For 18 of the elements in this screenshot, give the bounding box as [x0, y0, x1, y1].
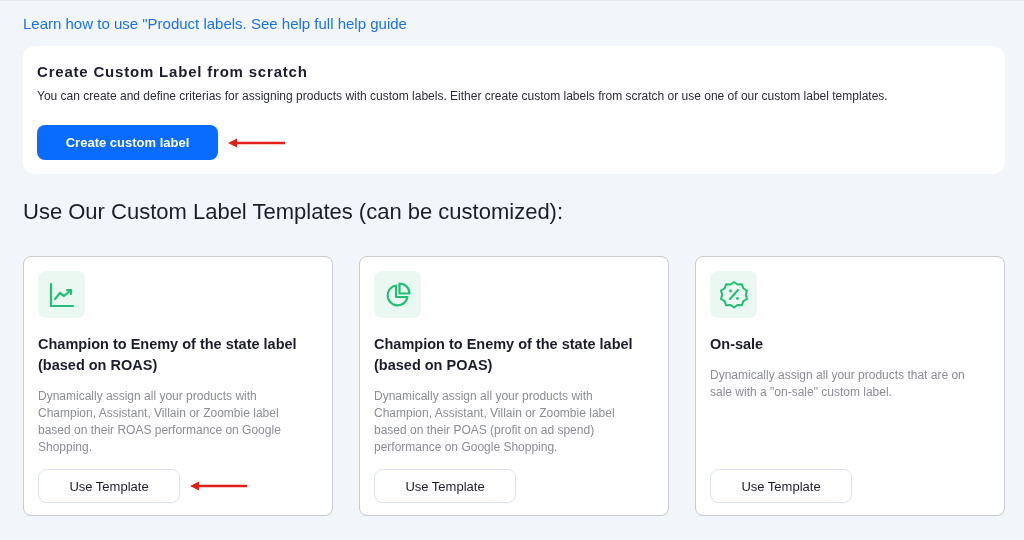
template-title: Champion to Enemy of the state label (based on ROAS): [38, 335, 298, 375]
use-template-button[interactable]: Use Template: [374, 469, 516, 503]
help-guide-link[interactable]: Learn how to use "Product labels. See help full help guide: [23, 15, 407, 32]
template-description: Dynamically assign all your products with Champion, Assistant, Villain or Zoombie label based on their ROAS performance on Google Shopping.: [38, 388, 282, 456]
discount-badge-icon: [718, 279, 749, 310]
arrow-icon: [228, 137, 286, 148]
use-template-button[interactable]: Use Template: [38, 469, 180, 503]
template-title: Champion to Enemy of the state label (based on POAS): [374, 335, 634, 375]
card-description: You can create and define criterias for assigning products with custom labels. Either create custom labels from scratch or use one of our custom label templates.: [37, 89, 889, 103]
template-description: Dynamically assign all your products that are on sale with a "on-sale" custom label.: [710, 367, 966, 401]
card-title: Create Custom Label from scratch: [37, 63, 309, 80]
template-title: On-sale: [710, 335, 765, 354]
pie-chart-icon: [384, 281, 411, 308]
create-custom-label-button[interactable]: Create custom label: [37, 125, 218, 160]
template-description: Dynamically assign all your products with Champion, Assistant, Villain or Zoombie label based on their POAS (profit on ad spend) performance on Google Shopping.: [374, 388, 616, 456]
templates-heading: Use Our Custom Label Templates (can be customized):: [23, 199, 565, 225]
chart-icon: [48, 281, 75, 308]
use-template-button[interactable]: Use Template: [710, 469, 852, 503]
